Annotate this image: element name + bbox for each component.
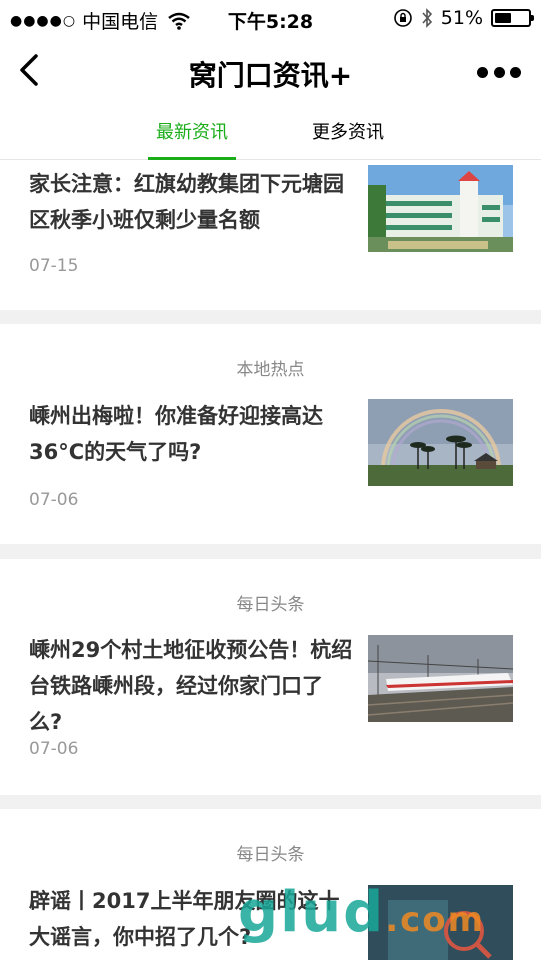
watermark-text: glud bbox=[238, 880, 386, 945]
battery-percent: 51% bbox=[440, 7, 483, 29]
article-card[interactable]: 家长注意：红旗幼教集团下元塘园区秋季小班仅剩少量名额 07-15 bbox=[0, 160, 541, 310]
dot-icon bbox=[477, 66, 488, 78]
high-speed-train-image bbox=[368, 635, 513, 722]
bluetooth-icon bbox=[422, 8, 432, 28]
article-thumbnail[interactable] bbox=[368, 635, 513, 722]
tab-latest-news[interactable]: 最新资讯 bbox=[148, 108, 236, 160]
battery-icon bbox=[491, 9, 534, 27]
rotation-lock-icon bbox=[393, 9, 412, 27]
school-building-image bbox=[368, 165, 513, 252]
section-label: 本地热点 bbox=[236, 360, 305, 380]
section-label: 每日头条 bbox=[236, 595, 305, 615]
article-date: 07-06 bbox=[29, 739, 79, 759]
navigation-bar: 窝门口资讯+ bbox=[0, 36, 541, 108]
article-date: 07-15 bbox=[29, 256, 79, 276]
dot-icon bbox=[510, 66, 521, 78]
watermark-suffix: .com bbox=[385, 900, 486, 940]
status-bar: ●●●●○ 中国电信 下午5:28 51% bbox=[0, 0, 541, 36]
article-headline[interactable]: 嵊州29个村土地征收预公告！杭绍台铁路嵊州段，经过你家门口了么? bbox=[29, 632, 354, 740]
section-label: 每日头条 bbox=[236, 845, 305, 865]
watermark-logo: glud.com bbox=[238, 880, 538, 960]
more-options-button[interactable] bbox=[477, 58, 521, 86]
page-title: 窝门口资讯+ bbox=[188, 59, 353, 92]
tab-bar: 最新资讯 更多资讯 bbox=[0, 108, 541, 160]
article-headline[interactable]: 嵊州出梅啦！你准备好迎接高达36°C的天气了吗? bbox=[29, 398, 354, 470]
rainbow-palm-trees-image bbox=[368, 399, 513, 486]
article-thumbnail[interactable] bbox=[368, 399, 513, 486]
article-thumbnail[interactable] bbox=[368, 165, 513, 252]
dot-icon bbox=[493, 66, 505, 78]
article-headline[interactable]: 家长注意：红旗幼教集团下元塘园区秋季小班仅剩少量名额 bbox=[29, 166, 354, 238]
news-feed[interactable]: 家长注意：红旗幼教集团下元塘园区秋季小班仅剩少量名额 07-15 本地热点 嵊州… bbox=[0, 160, 541, 960]
article-card[interactable]: 每日头条 嵊州29个村土地征收预公告！杭绍台铁路嵊州段，经过你家门口了么? 07… bbox=[0, 559, 541, 795]
tab-more-news[interactable]: 更多资讯 bbox=[306, 108, 390, 160]
article-date: 07-06 bbox=[29, 490, 79, 510]
article-card[interactable]: 本地热点 嵊州出梅啦！你准备好迎接高达36°C的天气了吗? 07-06 bbox=[0, 324, 541, 544]
